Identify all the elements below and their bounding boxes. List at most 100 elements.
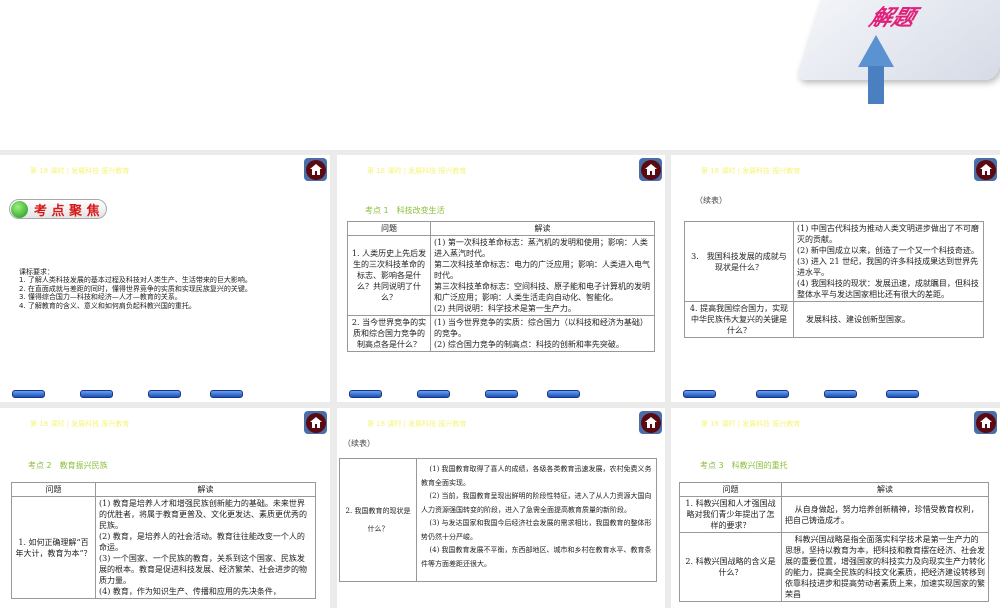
- column-header: 解读: [781, 482, 989, 497]
- column-header: 问题: [679, 482, 782, 497]
- nav-button-2[interactable]: [417, 390, 450, 398]
- answer-line: (4) 我国教育发展不平衡，东西部地区、城市和乡村在教育水平、教育条件等方面差距…: [421, 546, 652, 568]
- slide-thumbnail-4[interactable]: 第 18 课时 | 发展科技 振兴教育 考点 2 教育振兴民族 问题 解读 1. …: [0, 408, 330, 608]
- answer-line: 第二次科技革命标志：电力的广泛应用；影响：人类进入电气时代。: [434, 260, 650, 280]
- question-cell: 2. 科教兴国战略的含义是什么？: [679, 532, 782, 602]
- section-heading: 考点 3 科教兴国的重托: [700, 461, 788, 470]
- question-cell: 1. 科教兴国和人才强国战略对我们青少年提出了怎样的要求？: [679, 496, 782, 533]
- nav-button-1[interactable]: [683, 390, 716, 398]
- answer-line: (2) 共同说明：科学技术是第一生产力。: [434, 304, 576, 313]
- column-header: 解读: [430, 221, 655, 236]
- answer-cell: 发展科技、建设创新型国家。: [793, 301, 984, 338]
- home-button[interactable]: [639, 411, 662, 434]
- answer-line: (2) 综合国力竞争的制高点：科技的创新和率先突破。: [434, 340, 624, 349]
- answer-line: 第三次科技革命标志：空间科技、原子能和电子计算机的发明和广泛应用；影响：人类生活…: [434, 282, 650, 302]
- home-icon: [640, 159, 661, 180]
- slide-header: 第 18 课时 | 发展科技 振兴教育: [367, 167, 467, 175]
- table-row: 2. 我国教育的现状是什么？ (1) 我国教育取得了喜人的成绩，各级各类教育迅速…: [339, 458, 657, 582]
- exam-focus-badge: 考 点 聚 焦: [9, 199, 107, 219]
- home-icon: [975, 412, 996, 433]
- answer-line: (3) 与发达国家和我国今后经济社会发展的需求相比，我国教育的整体形势仍然十分严…: [421, 519, 652, 541]
- content-table: 3. 我国科技发展的成就与现状是什么？ (1) 中国古代科技为推动人类文明进步做…: [684, 221, 984, 338]
- home-button[interactable]: [304, 158, 327, 181]
- slide-header: 第 18 课时 | 发展科技 振兴教育: [30, 420, 130, 428]
- continued-label: （续表）: [343, 439, 375, 448]
- table-row: 3. 我国科技发展的成就与现状是什么？ (1) 中国古代科技为推动人类文明进步做…: [684, 221, 984, 302]
- answer-line: (2) 新中国成立以来，创造了一个又一个科技奇迹。: [797, 246, 979, 255]
- nav-button-4[interactable]: [886, 390, 919, 398]
- answer-graphic: 解题: [795, 0, 1000, 80]
- green-dot-icon: [11, 200, 28, 218]
- nav-button-4[interactable]: [210, 390, 243, 398]
- nav-button-3[interactable]: [485, 390, 518, 398]
- slide-header: 第 18 课时 | 发展科技 振兴教育: [30, 167, 130, 175]
- slide-thumbnail-5[interactable]: 第 18 课时 | 发展科技 振兴教育 （续表） 2. 我国教育的现状是什么？ …: [337, 408, 665, 608]
- answer-cell: 科教兴国战略是指全面落实科学技术是第一生产力的思想，坚持以教育为本，把科技和教育…: [781, 532, 989, 602]
- answer-line: (1) 中国古代科技为推动人类文明进步做出了不可磨灭的贡献。: [797, 224, 979, 244]
- slide-thumbnail-top[interactable]: 解题: [0, 0, 1000, 150]
- answer-line: (4) 教育，作为知识生产、传播和应用的先决条件，: [99, 587, 281, 596]
- home-button[interactable]: [974, 158, 997, 181]
- nav-button-1[interactable]: [349, 390, 382, 398]
- nav-button-2[interactable]: [80, 390, 113, 398]
- content-table: 问题 解读 1. 如何正确理解“百年大计，教育为本”？ (1) 教育是培养人才和增…: [11, 482, 316, 599]
- answer-line: 科教兴国战略是指全面落实科学技术是第一生产力的思想，坚持以教育为本，把科技和教育…: [785, 535, 985, 599]
- answer-graphic-text: 解题: [866, 6, 919, 31]
- answer-line: (1) 第一次科技革命标志：蒸汽机的发明和使用；影响：人类进入蒸汽时代。: [434, 238, 648, 258]
- table-row: 2. 当今世界竞争的实质和综合国力竞争的制高点各是什么？ (1) 当今世界竞争的…: [347, 315, 655, 352]
- column-header: 问题: [347, 221, 431, 236]
- slide-thumbnail-3[interactable]: 第 18 课时 | 发展科技 振兴教育 （续表） 3. 我国科技发展的成就与现状…: [671, 155, 1000, 402]
- content-table: 2. 我国教育的现状是什么？ (1) 我国教育取得了喜人的成绩，各级各类教育迅速…: [339, 458, 657, 582]
- column-header: 问题: [11, 482, 96, 497]
- question-cell: 3. 我国科技发展的成就与现状是什么？: [684, 221, 794, 302]
- question-cell: 2. 当今世界竞争的实质和综合国力竞争的制高点各是什么？: [347, 315, 431, 352]
- answer-line: (1) 教育是培养人才和增强民族创新能力的基础。未来世界的优胜者，将属于教育更普…: [99, 499, 307, 530]
- curriculum-requirements: 课标要求： 1. 了解人类科技发展的基本过程及科技对人类生产、生活带来的巨大影响…: [19, 268, 252, 310]
- question-cell: 1. 人类历史上先后发生的三次科技革命的标志、影响各是什么？共同说明了什么？: [347, 235, 431, 316]
- nav-button-3[interactable]: [824, 390, 857, 398]
- table-row: 1. 科教兴国和人才强国战略对我们青少年提出了怎样的要求？ 从自身做起，努力培养…: [679, 496, 989, 533]
- answer-line: (4) 我国科技的现状：发展迅速，成就瞩目，但科技整体水平与发达国家相比还有很大…: [797, 279, 979, 299]
- section-heading: 考点 1 科技改变生活: [365, 206, 445, 215]
- arrow-up-icon: [858, 35, 894, 67]
- requirement-item: 2. 在直面成就与差距的同时，懂得世界竞争的实质和实现民族复兴的关键。: [19, 284, 252, 293]
- answer-line: (1) 我国教育取得了喜人的成绩，各级各类教育迅速发展，农村免费义务教育全面实现…: [421, 465, 652, 487]
- answer-line: 发展科技、建设创新型国家。: [806, 315, 910, 324]
- table-row: 1. 人类历史上先后发生的三次科技革命的标志、影响各是什么？共同说明了什么？ (…: [347, 235, 655, 316]
- continued-label: （续表）: [695, 196, 727, 205]
- answer-line: (2) 当前，我国教育呈现出鲜明的阶段性特征，进入了从人力资源大国向人力资源强国…: [421, 492, 652, 514]
- arrow-stem: [868, 66, 884, 104]
- slide-header: 第 18 课时 | 发展科技 振兴教育: [367, 420, 467, 428]
- requirement-item: 1. 了解人类科技发展的基本过程及科技对人类生产、生活带来的巨大影响。: [19, 276, 252, 285]
- badge-label: 考 点 聚 焦: [34, 203, 100, 219]
- home-icon: [305, 412, 326, 433]
- question-cell: 4. 提高我国综合国力，实现中华民族伟大复兴的关键是什么？: [684, 301, 794, 338]
- home-icon: [975, 159, 996, 180]
- nav-button-2[interactable]: [756, 390, 789, 398]
- nav-button-1[interactable]: [12, 390, 45, 398]
- section-heading: 考点 2 教育振兴民族: [28, 461, 108, 470]
- home-button[interactable]: [639, 158, 662, 181]
- slide-header: 第 18 课时 | 发展科技 振兴教育: [701, 420, 801, 428]
- home-button[interactable]: [304, 411, 327, 434]
- slide-thumbnail-6[interactable]: 第 18 课时 | 发展科技 振兴教育 考点 3 科教兴国的重托 问题 解读 1.…: [671, 408, 1000, 608]
- answer-line: 从自身做起，努力培养创新精神，珍惜受教育权利，把自己铸造成才。: [785, 504, 979, 525]
- slide-header: 第 18 课时 | 发展科技 振兴教育: [701, 167, 801, 175]
- answer-line: (2) 教育，是培养人的社会活动。教育往往能改变一个人的命运。: [99, 532, 305, 552]
- table-row: 1. 如何正确理解“百年大计，教育为本”？ (1) 教育是培养人才和增强民族创新…: [11, 496, 316, 599]
- answer-cell: (1) 第一次科技革命标志：蒸汽机的发明和使用；影响：人类进入蒸汽时代。 第二次科…: [430, 235, 655, 316]
- table-row: 2. 科教兴国战略的含义是什么？ 科教兴国战略是指全面落实科学技术是第一生产力的…: [679, 532, 989, 602]
- answer-line: (3) 一个国家、一个民族的教育，关系到这个国家、民族发展的根本。教育是促进科技…: [99, 554, 307, 585]
- slide-thumbnail-1[interactable]: 第 18 课时 | 发展科技 振兴教育 考 点 聚 焦 课标要求： 1. 了解人…: [0, 155, 330, 402]
- slide-thumbnail-2[interactable]: 第 18 课时 | 发展科技 振兴教育 考点 1 科技改变生活 问题 解读 1. …: [337, 155, 665, 402]
- home-icon: [640, 412, 661, 433]
- answer-cell: (1) 中国古代科技为推动人类文明进步做出了不可磨灭的贡献。 (2) 新中国成立以…: [793, 221, 984, 302]
- nav-button-3[interactable]: [148, 390, 181, 398]
- answer-line: (1) 当今世界竞争的实质：综合国力（以科技和经济为基础）的竞争。: [434, 318, 648, 338]
- answer-cell: 从自身做起，努力培养创新精神，珍惜受教育权利，把自己铸造成才。: [781, 496, 989, 533]
- nav-button-4[interactable]: [547, 390, 580, 398]
- home-button[interactable]: [974, 411, 997, 434]
- requirement-item: 4. 了解教育的含义、意义和如何肩负起科教兴国的重托。: [19, 301, 196, 310]
- content-table: 问题 解读 1. 人类历史上先后发生的三次科技革命的标志、影响各是什么？共同说明了…: [347, 221, 655, 352]
- requirement-item: 3. 懂得综合国力—科技和经济—人才—教育的关系。: [19, 293, 182, 302]
